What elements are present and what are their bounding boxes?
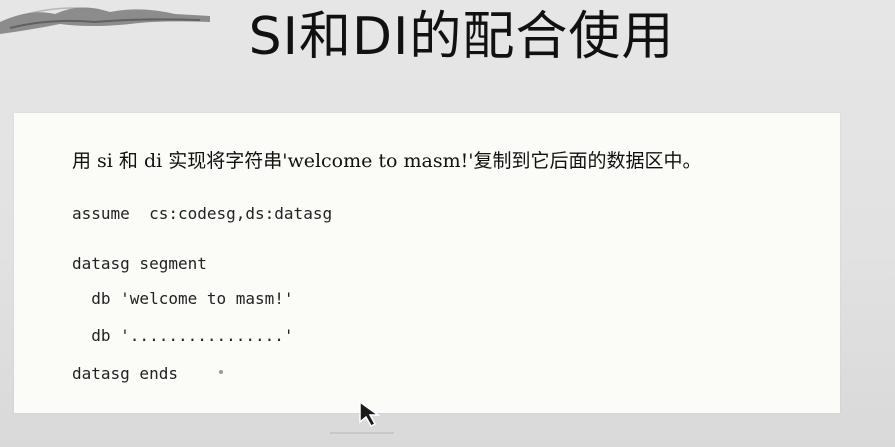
show-through-text <box>504 231 509 249</box>
code-line: datasg ends <box>72 364 178 383</box>
code-card: 用 si 和 di 实现将字符串'welcome to masm!'复制到它后面… <box>14 113 840 413</box>
slide-title: SI和DI的配合使用 <box>248 7 675 67</box>
task-prompt: 用 si 和 di 实现将字符串'welcome to masm!'复制到它后面… <box>72 150 702 172</box>
mouse-cursor-icon <box>359 400 381 427</box>
code-line: db 'welcome to masm!' <box>72 289 294 308</box>
bottom-separator <box>330 432 394 434</box>
reference-dot <box>219 370 223 374</box>
code-line: assume cs:codesg,ds:datasg <box>72 204 333 223</box>
code-line: datasg segment <box>72 254 207 273</box>
code-line: db '................' <box>72 326 294 345</box>
